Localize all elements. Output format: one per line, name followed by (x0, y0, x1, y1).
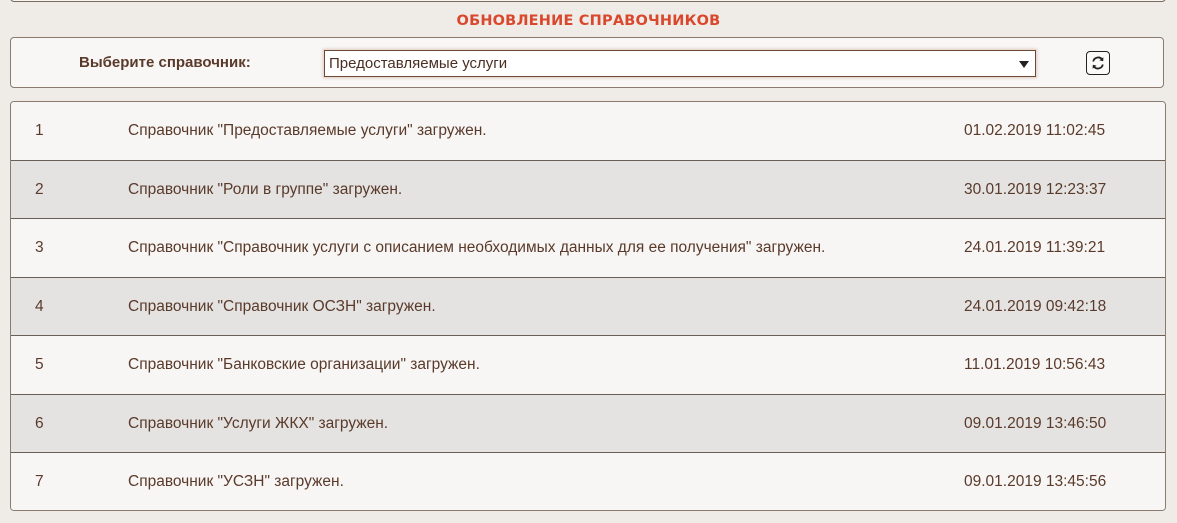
row-datetime: 09.01.2019 13:45:56 (964, 473, 1107, 490)
row-number: 1 (35, 122, 44, 139)
list-item: 2 Справочник "Роли в группе" загружен. 3… (11, 160, 1165, 219)
row-message: Справочник "Справочник услуги с описание… (128, 239, 826, 256)
dropdown-arrow-icon[interactable] (1019, 61, 1029, 68)
selector-panel: Выберите справочник: Предоставляемые усл… (10, 37, 1164, 88)
row-message: Справочник "Предоставляемые услуги" загр… (128, 122, 487, 139)
directory-select[interactable]: Предоставляемые услуги (324, 50, 1036, 77)
row-datetime: 24.01.2019 09:42:18 (964, 297, 1107, 315)
selector-label: Выберите справочник: (79, 54, 251, 71)
directory-select-value: Предоставляемые услуги (329, 55, 508, 72)
row-datetime: 30.01.2019 12:23:37 (964, 180, 1107, 198)
row-message: Справочник "Роли в группе" загружен. (128, 180, 403, 198)
list-item: 5 Справочник "Банковские организации" за… (11, 336, 1165, 395)
row-number: 2 (35, 180, 44, 198)
list-item: 7 Справочник "УСЗН" загружен. 09.01.2019… (11, 453, 1165, 510)
row-datetime: 09.01.2019 13:46:50 (964, 414, 1107, 432)
list-item: 4 Справочник "Справочник ОСЗН" загружен.… (11, 277, 1165, 336)
row-number: 6 (35, 414, 44, 432)
row-message: Справочник "Справочник ОСЗН" загружен. (128, 297, 436, 315)
row-number: 5 (35, 356, 44, 373)
row-datetime: 24.01.2019 11:39:21 (964, 239, 1106, 256)
row-datetime: 11.01.2019 10:56:43 (964, 356, 1106, 373)
refresh-button[interactable] (1086, 51, 1110, 75)
row-number: 7 (35, 473, 44, 490)
list-item: 3 Справочник "Справочник услуги с описан… (11, 219, 1165, 278)
top-panel-edge (10, 0, 1166, 2)
row-message: Справочник "Банковские организации" загр… (128, 356, 480, 373)
list-item: 1 Справочник "Предоставляемые услуги" за… (11, 102, 1165, 161)
refresh-icon (1092, 56, 1104, 70)
page-title: ОБНОВЛЕНИЕ СПРАВОЧНИКОВ (456, 13, 721, 29)
row-number: 4 (35, 297, 44, 315)
row-message: Справочник "Услуги ЖКХ" загружен. (128, 414, 389, 432)
list-item: 6 Справочник "Услуги ЖКХ" загружен. 09.0… (11, 394, 1165, 453)
row-number: 3 (35, 239, 44, 256)
row-datetime: 01.02.2019 11:02:45 (964, 122, 1106, 139)
row-message: Справочник "УСЗН" загружен. (128, 473, 344, 490)
load-log-list: 1 Справочник "Предоставляемые услуги" за… (10, 101, 1166, 511)
